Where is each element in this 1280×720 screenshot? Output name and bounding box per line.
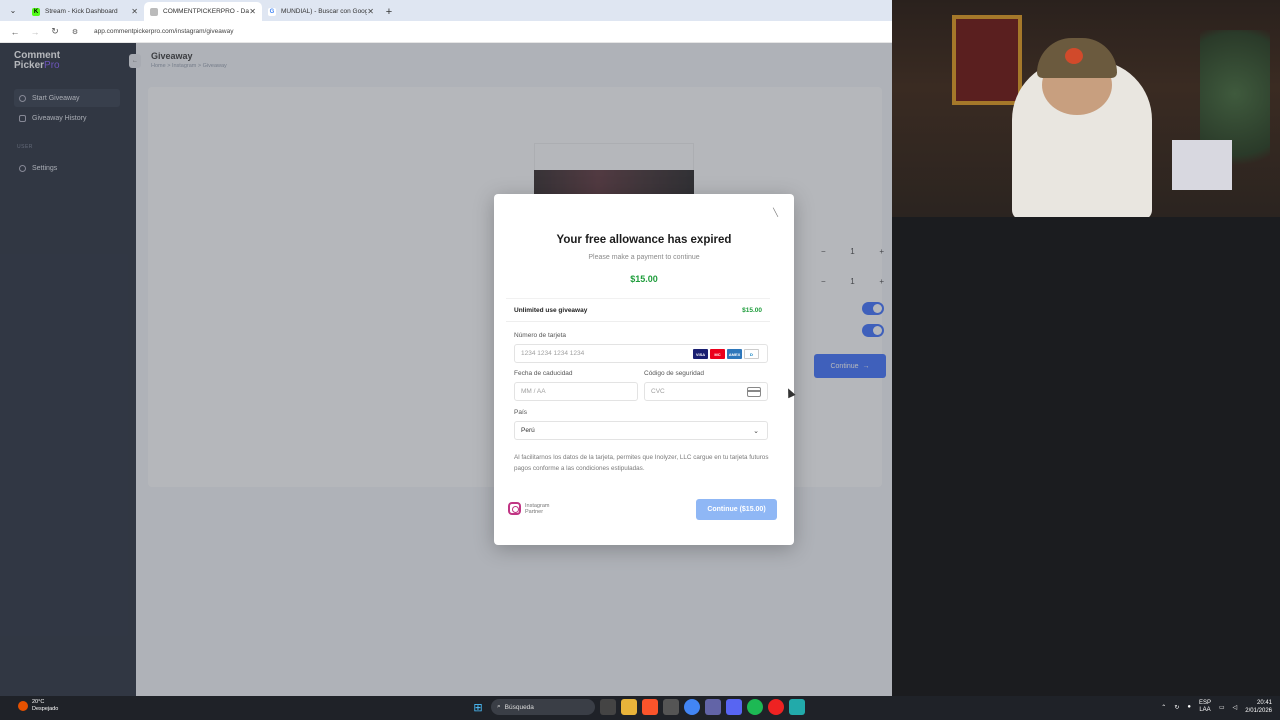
country-select[interactable]: Perú ⌄ bbox=[514, 421, 768, 440]
badge-line1: Instagram bbox=[525, 502, 550, 509]
reload-icon[interactable]: ↻ bbox=[50, 26, 60, 37]
weather-widget[interactable]: 20°C Despejado bbox=[18, 699, 58, 713]
summary-label: Unlimited use giveaway bbox=[514, 306, 588, 314]
instagram-icon bbox=[508, 502, 521, 515]
forward-arrow-icon[interactable]: → bbox=[30, 27, 40, 37]
close-tab-icon[interactable]: ✕ bbox=[249, 7, 256, 16]
modal-price: $15.00 bbox=[630, 274, 658, 284]
modal-title: Your free allowance has expired bbox=[556, 234, 732, 246]
back-arrow-icon[interactable]: ← bbox=[10, 27, 20, 37]
system-tray: ⌃ ↻ ● ESP LAA ▭ ◁ 20:41 2/01/2026 bbox=[1161, 699, 1272, 715]
tab-list-chevron-icon[interactable]: ⌄ bbox=[0, 0, 26, 21]
instagram-partner-text: Instagram Partner bbox=[525, 503, 549, 515]
close-tab-icon[interactable]: ✕ bbox=[367, 7, 374, 16]
webcam-feed bbox=[892, 0, 1280, 217]
spotify-icon[interactable] bbox=[747, 699, 763, 715]
language-indicator[interactable]: ESP LAA bbox=[1199, 700, 1211, 714]
cvc-placeholder: CVC bbox=[651, 388, 665, 395]
new-tab-button[interactable]: + bbox=[380, 2, 398, 21]
commentpicker-favicon-icon bbox=[150, 7, 158, 16]
tab-title: COMMENTPICKERPRO - Dashb bbox=[163, 8, 249, 15]
chevron-down-icon: ⌄ bbox=[753, 428, 759, 435]
credit-card-icon bbox=[747, 387, 761, 397]
expiry-field[interactable]: MM / AA bbox=[514, 382, 638, 401]
visa-icon: VISA bbox=[693, 349, 708, 359]
taskbar-search[interactable]: ⌕ Búsqueda bbox=[491, 699, 595, 715]
network-icon[interactable]: ▭ bbox=[1219, 704, 1225, 711]
payment-modal: ╲ Your free allowance has expired Please… bbox=[494, 194, 794, 545]
lang-line1: ESP bbox=[1198, 700, 1211, 706]
card-number-field[interactable]: 1234 1234 1234 1234 VISA MC AMEX D bbox=[514, 344, 768, 363]
payment-disclaimer: Al facilitarnos los datos de la tarjeta,… bbox=[514, 454, 769, 472]
site-info-icon[interactable]: ⚙ bbox=[70, 28, 80, 36]
weather-text: 20°C Despejado bbox=[32, 699, 58, 713]
right-panel-background bbox=[892, 217, 1280, 696]
discord-icon[interactable] bbox=[726, 699, 742, 715]
file-explorer-icon[interactable] bbox=[621, 699, 637, 715]
clock[interactable]: 20:41 2/01/2026 bbox=[1245, 699, 1272, 715]
windows-start-icon[interactable]: ⊞ bbox=[470, 699, 486, 715]
card-number-label: Número de tarjeta bbox=[514, 332, 567, 339]
browser-tabbar: ⌄ K Stream - Kick Dashboard ✕ COMMENTPIC… bbox=[0, 0, 892, 21]
pay-continue-button[interactable]: Continue ($15.00) bbox=[696, 499, 777, 520]
sync-icon[interactable]: ↻ bbox=[1174, 704, 1179, 711]
diners-icon: D bbox=[744, 349, 759, 359]
weather-temp: 20°C bbox=[32, 699, 45, 705]
close-icon[interactable]: ╲ bbox=[773, 208, 778, 217]
kick-favicon-icon: K bbox=[32, 7, 40, 16]
url-field[interactable]: app.commentpickerpro.com/instagram/givea… bbox=[94, 28, 233, 35]
card-number-placeholder: 1234 1234 1234 1234 bbox=[521, 350, 585, 357]
calendar-icon[interactable] bbox=[663, 699, 679, 715]
task-view-icon[interactable] bbox=[600, 699, 616, 715]
summary-value: $15.00 bbox=[742, 306, 762, 314]
weather-icon bbox=[18, 701, 28, 711]
search-placeholder: Búsqueda bbox=[504, 703, 534, 711]
badge-line2: Partner bbox=[525, 508, 544, 515]
chevron-up-icon[interactable]: ⌃ bbox=[1161, 704, 1166, 711]
teams-icon[interactable] bbox=[705, 699, 721, 715]
address-bar: ← → ↻ ⚙ app.commentpickerpro.com/instagr… bbox=[0, 21, 892, 43]
cvc-label: Código de seguridad bbox=[644, 370, 704, 377]
volume-icon[interactable]: ◁ bbox=[1233, 704, 1238, 711]
tab-title: Stream - Kick Dashboard bbox=[45, 8, 118, 15]
chrome-icon[interactable] bbox=[684, 699, 700, 715]
clock-time: 20:41 bbox=[1256, 700, 1272, 706]
weather-desc: Despejado bbox=[32, 706, 59, 712]
brave-icon[interactable] bbox=[642, 699, 658, 715]
instagram-partner-badge: Instagram Partner bbox=[508, 502, 549, 515]
mastercard-icon: MC bbox=[710, 349, 725, 359]
browser-tab-kick[interactable]: K Stream - Kick Dashboard ✕ bbox=[26, 2, 144, 21]
tab-title: MUNDIAL) - Buscar con Google bbox=[281, 8, 367, 15]
browser-tab-commentpicker[interactable]: COMMENTPICKERPRO - Dashb ✕ bbox=[144, 2, 262, 21]
microphone-icon[interactable]: ● bbox=[1187, 704, 1191, 710]
amex-icon: AMEX bbox=[727, 349, 742, 359]
lang-line2: LAA bbox=[1199, 707, 1211, 713]
expiry-placeholder: MM / AA bbox=[521, 388, 546, 395]
card-brand-logos: VISA MC AMEX D bbox=[693, 349, 759, 359]
webcam-cap-logo bbox=[1065, 48, 1083, 64]
webcam-box bbox=[1172, 140, 1232, 190]
search-icon: ⌕ bbox=[497, 703, 501, 710]
expiry-label: Fecha de caducidad bbox=[514, 370, 573, 377]
country-label: País bbox=[514, 409, 528, 416]
country-value: Perú bbox=[521, 427, 535, 434]
webcam-frame-decoration bbox=[952, 15, 1022, 105]
clock-date: 2/01/2026 bbox=[1245, 708, 1272, 714]
close-tab-icon[interactable]: ✕ bbox=[131, 7, 138, 16]
browser-tab-google[interactable]: G MUNDIAL) - Buscar con Google ✕ bbox=[262, 2, 380, 21]
cvc-field[interactable]: CVC bbox=[644, 382, 768, 401]
google-favicon-icon: G bbox=[268, 7, 276, 16]
taskbar-apps: ⊞ ⌕ Búsqueda bbox=[470, 699, 805, 715]
modal-subtitle: Please make a payment to continue bbox=[588, 254, 700, 261]
chrome-alt-icon[interactable] bbox=[768, 699, 784, 715]
windows-taskbar: 20°C Despejado ⊞ ⌕ Búsqueda ⌃ ↻ ● ESP LA… bbox=[0, 696, 1280, 720]
order-summary: Unlimited use giveaway $15.00 bbox=[506, 298, 770, 322]
notepad-icon[interactable] bbox=[789, 699, 805, 715]
